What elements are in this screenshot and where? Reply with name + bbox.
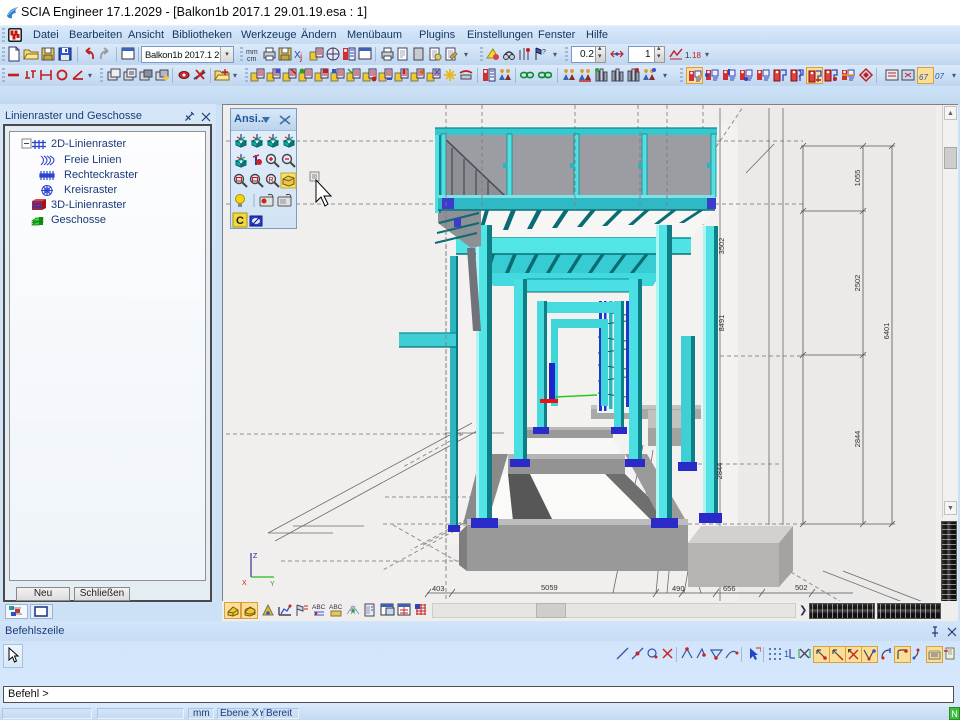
svg-text:ABC: ABC [329,604,343,611]
svg-text:j: j [299,52,302,62]
svg-text:C: C [236,215,244,227]
svg-text:mm: mm [246,49,258,56]
svg-text:403: 403 [432,584,445,593]
svg-text:5059: 5059 [541,583,558,592]
svg-text:502: 502 [795,583,808,592]
svg-text:Y: Y [270,581,275,588]
svg-text:2844: 2844 [853,431,862,448]
svg-text:18: 18 [692,51,701,60]
svg-text:3502: 3502 [717,238,726,255]
svg-text:67: 67 [919,73,928,82]
svg-text:ABC: ABC [312,604,326,611]
svg-text:2844: 2844 [715,463,724,480]
svg-text:656: 656 [723,584,736,593]
svg-text:1: 1 [784,649,789,659]
svg-text:07: 07 [935,72,944,81]
svg-text:X: X [242,580,247,587]
svg-text:Z: Z [253,553,258,560]
svg-text:cm: cm [247,56,257,62]
svg-text:2502: 2502 [853,275,862,292]
svg-text:490: 490 [672,584,685,593]
svg-text:8491: 8491 [717,315,726,332]
svg-text:1055: 1055 [853,170,862,187]
svg-text:?: ? [542,49,546,56]
svg-text:1.: 1. [685,51,692,60]
svg-text:6401: 6401 [882,323,891,340]
